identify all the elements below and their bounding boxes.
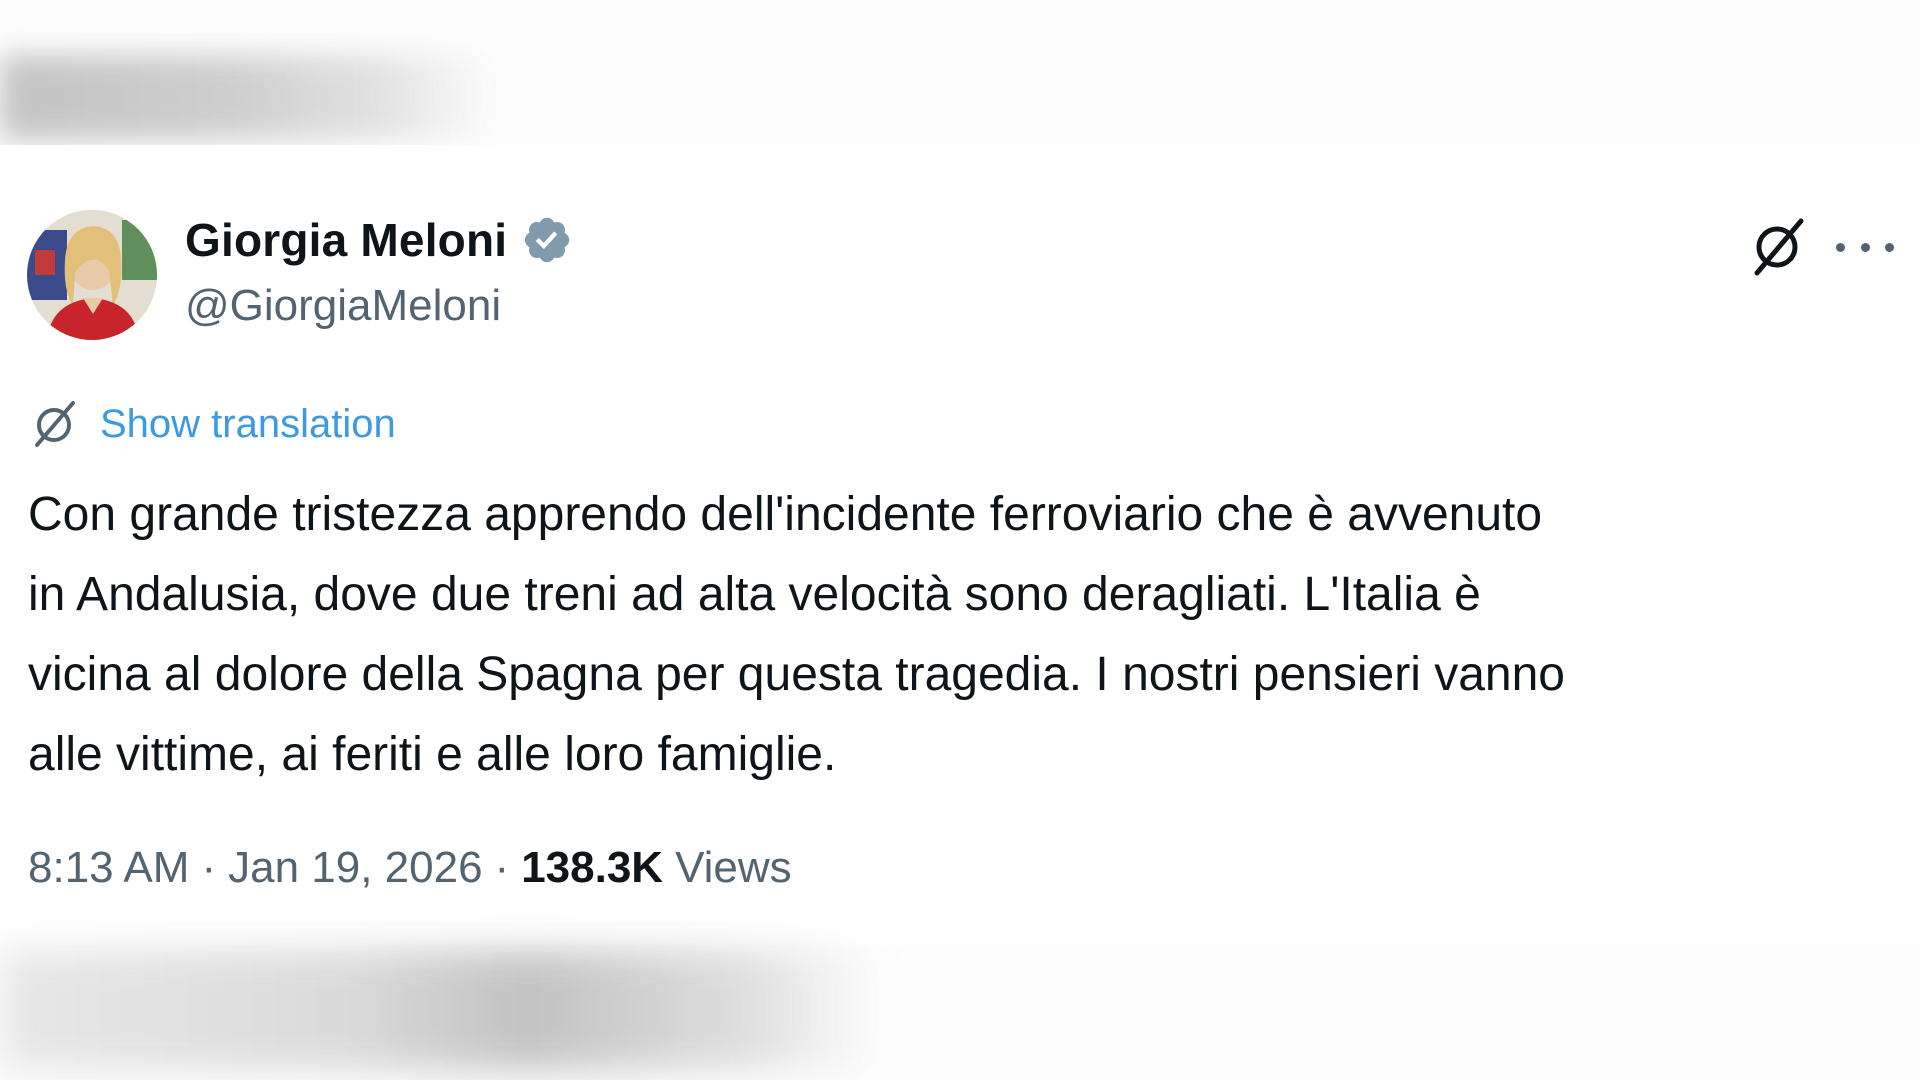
avatar-image bbox=[27, 210, 157, 340]
tweet-card: Giorgia Meloni @GiorgiaMeloni Show trans… bbox=[0, 145, 1920, 945]
tweet-date[interactable]: Jan 19, 2026 bbox=[228, 843, 482, 893]
meta-separator: · bbox=[201, 843, 217, 892]
tweet-time[interactable]: 8:13 AM bbox=[28, 843, 189, 893]
more-dot bbox=[1860, 242, 1870, 252]
views-count[interactable]: 138.3K bbox=[521, 843, 663, 893]
tweet-meta: 8:13 AM · Jan 19, 2026 · 138.3K Views bbox=[28, 843, 792, 893]
author-handle[interactable]: @GiorgiaMeloni bbox=[185, 281, 501, 331]
avatar[interactable] bbox=[27, 210, 157, 340]
views-label[interactable]: Views bbox=[675, 843, 792, 893]
show-translation-label: Show translation bbox=[100, 401, 396, 446]
more-dot bbox=[1885, 242, 1894, 252]
verified-badge-icon[interactable] bbox=[521, 214, 573, 266]
grok-translate-icon bbox=[28, 398, 80, 450]
blurred-next-content bbox=[0, 950, 880, 1070]
meta-separator: · bbox=[494, 843, 510, 892]
page: Giorgia Meloni @GiorgiaMeloni Show trans… bbox=[0, 0, 1920, 1080]
show-translation-button[interactable]: Show translation bbox=[28, 398, 396, 450]
more-icon[interactable] bbox=[1836, 223, 1894, 271]
author-display-name[interactable]: Giorgia Meloni bbox=[185, 213, 507, 267]
grok-icon[interactable] bbox=[1745, 215, 1809, 279]
author-name-row: Giorgia Meloni bbox=[185, 213, 573, 267]
blurred-previous-content bbox=[0, 55, 500, 140]
more-dot bbox=[1836, 242, 1845, 252]
tweet-text: Con grande tristezza apprendo dell'incid… bbox=[28, 488, 1565, 781]
